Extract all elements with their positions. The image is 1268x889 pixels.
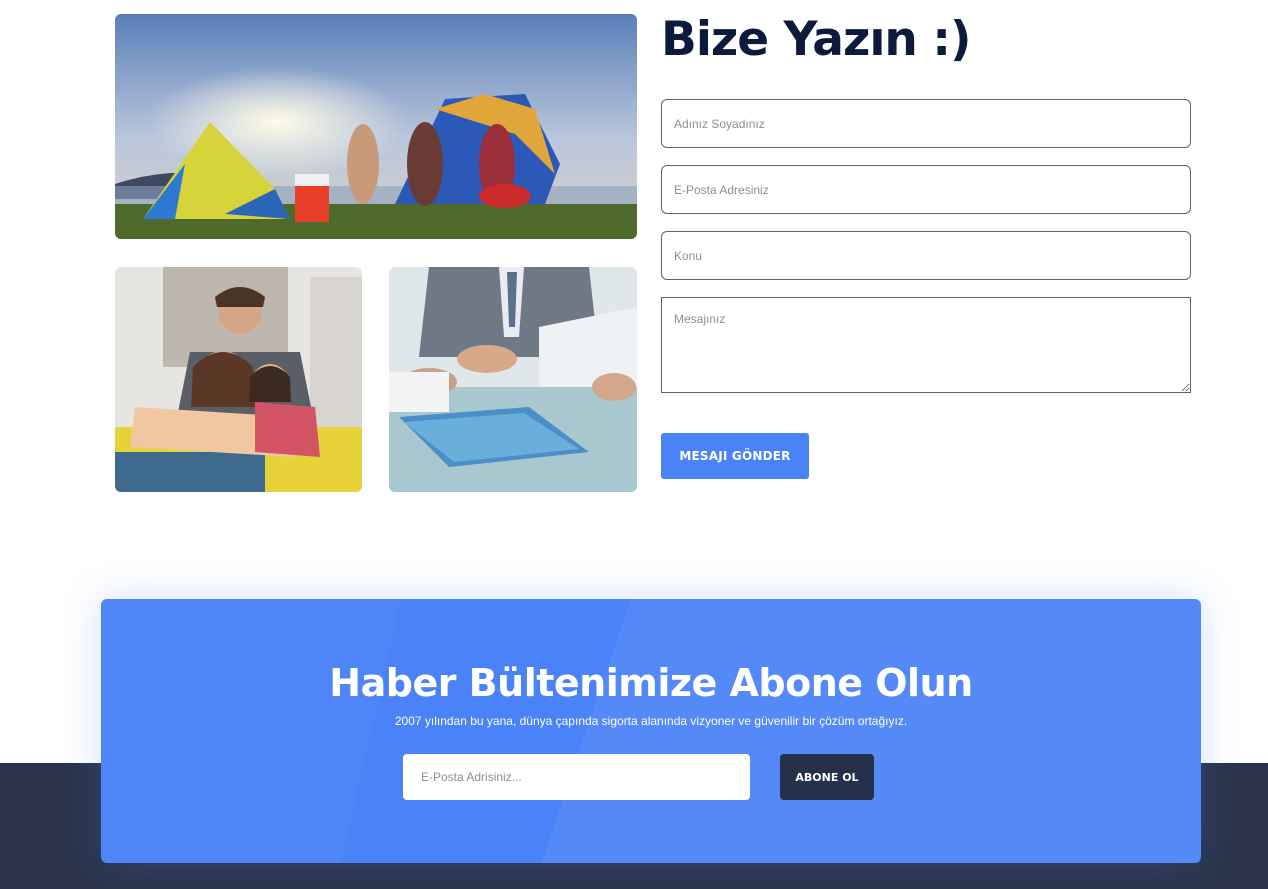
page-title: Bize Yazın :) [661, 12, 972, 67]
newsletter-subtitle: 2007 yılından bu yana, dünya çapında sig… [394, 714, 908, 728]
email-field[interactable] [661, 165, 1191, 214]
subject-field[interactable] [661, 231, 1191, 280]
name-field[interactable] [661, 99, 1191, 148]
business-meeting-photo [389, 267, 637, 492]
newsletter-email-input[interactable] [403, 754, 750, 800]
family-photo [115, 267, 362, 492]
message-field[interactable] [661, 297, 1191, 393]
newsletter-title: Haber Bültenimize Abone Olun [329, 661, 973, 705]
camping-photo [115, 14, 637, 239]
newsletter-section: Haber Bültenimize Abone Olun 2007 yılınd… [101, 599, 1201, 863]
newsletter-shine [541, 599, 1201, 863]
send-message-button[interactable]: MESAJI GÖNDER [661, 433, 809, 479]
subscribe-button[interactable]: ABONE OL [780, 754, 874, 800]
